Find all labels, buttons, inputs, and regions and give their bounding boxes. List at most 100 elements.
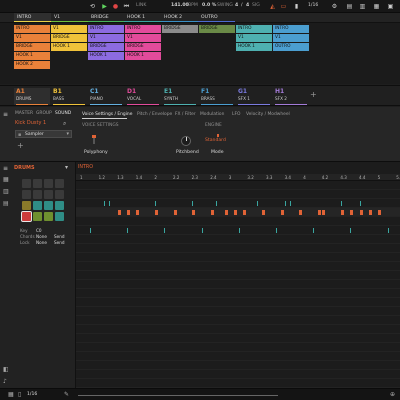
pad[interactable] bbox=[55, 179, 64, 188]
signature-numerator[interactable]: 4 bbox=[235, 3, 238, 8]
record-icon[interactable]: ● bbox=[111, 2, 120, 11]
clip[interactable]: V1 bbox=[14, 34, 50, 42]
lane[interactable] bbox=[76, 199, 400, 208]
note-event[interactable] bbox=[201, 228, 203, 233]
note-event[interactable] bbox=[173, 210, 177, 215]
note-event[interactable] bbox=[359, 201, 361, 206]
group-slot-synth[interactable]: E1 SYNTH bbox=[162, 88, 198, 105]
lane[interactable] bbox=[76, 262, 400, 271]
add-group-icon[interactable]: + bbox=[310, 90, 317, 99]
piano-roll-icon[interactable]: ♪ bbox=[3, 378, 7, 385]
key-value[interactable]: C0 bbox=[36, 228, 42, 233]
plugin-power-icon[interactable]: ▪ bbox=[18, 132, 21, 138]
lock-send[interactable]: Send bbox=[54, 240, 65, 245]
clip[interactable]: INTRO bbox=[273, 25, 309, 33]
scene-intro[interactable]: INTRO bbox=[14, 13, 51, 22]
polyphony-control[interactable] bbox=[92, 135, 96, 144]
signature-denominator[interactable]: 4 bbox=[246, 3, 249, 8]
pad[interactable] bbox=[21, 211, 32, 222]
note-event[interactable] bbox=[322, 210, 326, 215]
group-slot-piano[interactable]: C1 PIANO bbox=[88, 88, 124, 105]
zoom-icon[interactable]: ⊕ bbox=[390, 391, 395, 398]
group-slot-sfx-1[interactable]: G1 SFX 1 bbox=[236, 88, 272, 105]
pad[interactable] bbox=[33, 179, 42, 188]
mode-value[interactable]: Standard bbox=[205, 138, 226, 143]
tab-fx-filter[interactable]: FX / Filter bbox=[175, 112, 196, 117]
loop-icon[interactable]: ⟲ bbox=[88, 2, 97, 11]
pad[interactable] bbox=[44, 179, 53, 188]
timeline-ruler[interactable]: 1 1.2 1.3 1.4 2 2.2 2.3 2.4 3 3.2 3.3 3.4 4 4.2 4.3 4.4… bbox=[76, 174, 400, 181]
mixer-view-icon[interactable]: ▥ bbox=[358, 2, 367, 11]
clip[interactable]: BRIDGE bbox=[14, 43, 50, 51]
chevron-down-icon[interactable]: ▾ bbox=[66, 131, 69, 137]
clip[interactable]: BRIDGE bbox=[125, 43, 161, 51]
clip[interactable]: V1 bbox=[51, 25, 87, 33]
clip[interactable]: OUTRO bbox=[273, 43, 309, 51]
clip[interactable]: V1 bbox=[88, 34, 124, 42]
note-event[interactable] bbox=[378, 210, 382, 215]
clip[interactable]: HOOK 1 bbox=[125, 52, 161, 60]
note-event[interactable] bbox=[117, 210, 121, 215]
collapse-icon[interactable]: ≡ bbox=[3, 165, 8, 172]
tab-group[interactable]: GROUP bbox=[36, 111, 52, 116]
event-grid[interactable] bbox=[76, 181, 400, 388]
lane[interactable] bbox=[76, 307, 400, 316]
search-icon[interactable]: ⌕ bbox=[63, 120, 66, 128]
group-slot-vocal[interactable]: D1 VOCAL bbox=[125, 88, 161, 105]
note-event[interactable] bbox=[108, 201, 110, 206]
note-event[interactable] bbox=[257, 201, 259, 206]
tab-lfo[interactable]: LFO bbox=[232, 112, 240, 117]
note-event[interactable] bbox=[136, 210, 140, 215]
clip[interactable]: BRIDGE bbox=[199, 25, 235, 33]
plugin-view-icon[interactable]: ▣ bbox=[386, 2, 395, 11]
lane[interactable] bbox=[76, 334, 400, 343]
chords-view-icon[interactable]: ▤ bbox=[3, 200, 9, 207]
scene-hook-2[interactable]: HOOK 2 bbox=[161, 13, 198, 22]
clip[interactable]: HOOK 1 bbox=[88, 52, 124, 60]
swing-value[interactable]: 0.0 % bbox=[202, 3, 216, 8]
pad[interactable] bbox=[33, 190, 42, 199]
lock-value[interactable]: None bbox=[36, 240, 47, 245]
pad[interactable] bbox=[55, 212, 64, 221]
pad[interactable] bbox=[33, 201, 42, 210]
note-event[interactable] bbox=[341, 201, 343, 206]
play-icon[interactable]: ▶ bbox=[100, 2, 109, 11]
restart-icon[interactable]: ⏮ bbox=[122, 2, 131, 11]
note-event[interactable] bbox=[317, 210, 321, 215]
lane[interactable] bbox=[76, 316, 400, 325]
chevron-down-icon[interactable]: ▾ bbox=[65, 164, 68, 171]
pad-view-icon[interactable]: ▦ bbox=[3, 176, 9, 183]
list-icon[interactable]: ≡ bbox=[3, 111, 10, 118]
tab-velocity-modwheel[interactable]: Velocity / Modwheel bbox=[246, 112, 290, 117]
note-event[interactable] bbox=[155, 210, 159, 215]
note-event[interactable] bbox=[350, 228, 352, 233]
note-event[interactable] bbox=[243, 210, 247, 215]
footer-grid-value[interactable]: 1/16 bbox=[27, 392, 37, 397]
clip[interactable]: BRIDGE bbox=[162, 25, 198, 33]
pad[interactable] bbox=[55, 201, 64, 210]
note-event[interactable] bbox=[215, 201, 217, 206]
clip[interactable]: INTRO bbox=[88, 25, 124, 33]
clip[interactable]: HOOK 1 bbox=[236, 43, 272, 51]
note-event[interactable] bbox=[359, 210, 363, 215]
note-event[interactable] bbox=[285, 201, 287, 206]
grid-value[interactable]: 1/16 bbox=[308, 3, 318, 8]
sample-icon[interactable]: ◧ bbox=[3, 366, 9, 373]
group-slot-sfx-2[interactable]: H1 SFX 2 bbox=[273, 88, 309, 105]
tab-voice-settings[interactable]: Voice Settings / Engine bbox=[82, 112, 132, 117]
keyboard-view-icon[interactable]: ▥ bbox=[3, 188, 9, 195]
pad[interactable] bbox=[33, 212, 42, 221]
lane[interactable] bbox=[76, 181, 400, 190]
lane[interactable] bbox=[76, 244, 400, 253]
group-slot-drums[interactable]: A1 DRUMS bbox=[14, 88, 50, 105]
lane[interactable] bbox=[76, 379, 400, 388]
pad[interactable] bbox=[22, 179, 31, 188]
lane[interactable] bbox=[76, 235, 400, 244]
note-event[interactable] bbox=[192, 210, 196, 215]
clip[interactable]: INTRO bbox=[236, 25, 272, 33]
lane[interactable] bbox=[76, 289, 400, 298]
clip[interactable]: INTRO bbox=[14, 25, 50, 33]
step-icon[interactable]: ▮ bbox=[292, 2, 301, 11]
note-event[interactable] bbox=[313, 228, 315, 233]
pad[interactable] bbox=[44, 201, 53, 210]
